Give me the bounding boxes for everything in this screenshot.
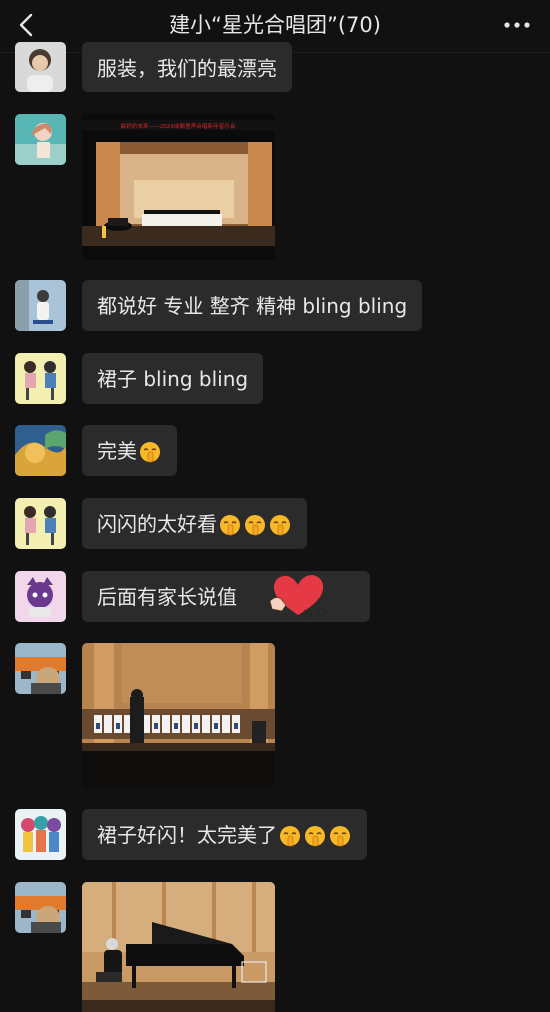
avatar[interactable] [15,498,66,549]
message-item: 服装，我们的最漂亮 [0,42,550,94]
message-bubble[interactable]: 服装，我们的最漂亮 [82,42,292,92]
avatar[interactable] [15,643,66,694]
message-text: 服装，我们的最漂亮 [97,56,277,81]
message-item: 最好的未来——2026成都童声合唱新年音乐会 [0,114,550,260]
avatar[interactable] [15,42,66,92]
chat-title: 建小“星光合唱团”(70) [169,13,381,37]
message-text: 裙子好闪！太完美了 [97,823,277,847]
message-text: 裙子 bling bling [97,367,249,391]
avatar[interactable] [15,353,66,404]
message-text: 后面有家长说值 [97,585,237,609]
shared-photo[interactable] [82,643,275,788]
shushing-face-emoji-icon [140,441,160,462]
message-item: 后面有家长说值 比心 [0,571,550,622]
message-bubble[interactable]: 都说好 专业 整齐 精神 bling bling [82,280,423,331]
shushing-face-emoji-icon [270,514,290,535]
shushing-face-emoji-icon [330,825,350,846]
avatar[interactable] [15,571,66,622]
shushing-face-emoji-icon [305,825,325,846]
message-bubble[interactable]: 后面有家长说值 比心 [82,571,370,622]
message-item [0,882,550,1012]
message-item: 完美 [0,425,550,476]
concert-banner-text: 最好的未来——2026成都童声合唱新年音乐会 [121,122,236,130]
more-options-icon[interactable] [502,12,532,38]
message-bubble[interactable]: 闪闪的太好看 [82,498,307,549]
shared-photo[interactable] [82,882,275,1012]
heart-sticker-icon: 比心 [269,575,327,622]
avatar[interactable] [15,882,66,933]
message-bubble[interactable]: 裙子好闪！太完美了 [82,809,367,860]
message-item: 裙子好闪！太完美了 [0,809,550,860]
message-item: 裙子 bling bling [0,353,550,404]
avatar[interactable] [15,114,66,165]
message-text: 闪闪的太好看 [97,512,217,536]
shushing-face-emoji-icon [280,825,300,846]
avatar[interactable] [15,280,66,331]
message-text: 都说好 专业 整齐 精神 bling bling [97,294,408,318]
message-bubble[interactable]: 裙子 bling bling [82,353,264,404]
shared-photo[interactable]: 最好的未来——2026成都童声合唱新年音乐会 [82,114,275,260]
message-text: 完美 [97,439,137,463]
shushing-face-emoji-icon [245,514,265,535]
message-bubble[interactable]: 完美 [82,425,177,476]
message-item: 都说好 专业 整齐 精神 bling bling [0,280,550,331]
message-item [0,643,550,788]
avatar[interactable] [15,425,66,476]
message-item: 闪闪的太好看 [0,498,550,549]
avatar[interactable] [15,809,66,860]
shushing-face-emoji-icon [220,514,240,535]
